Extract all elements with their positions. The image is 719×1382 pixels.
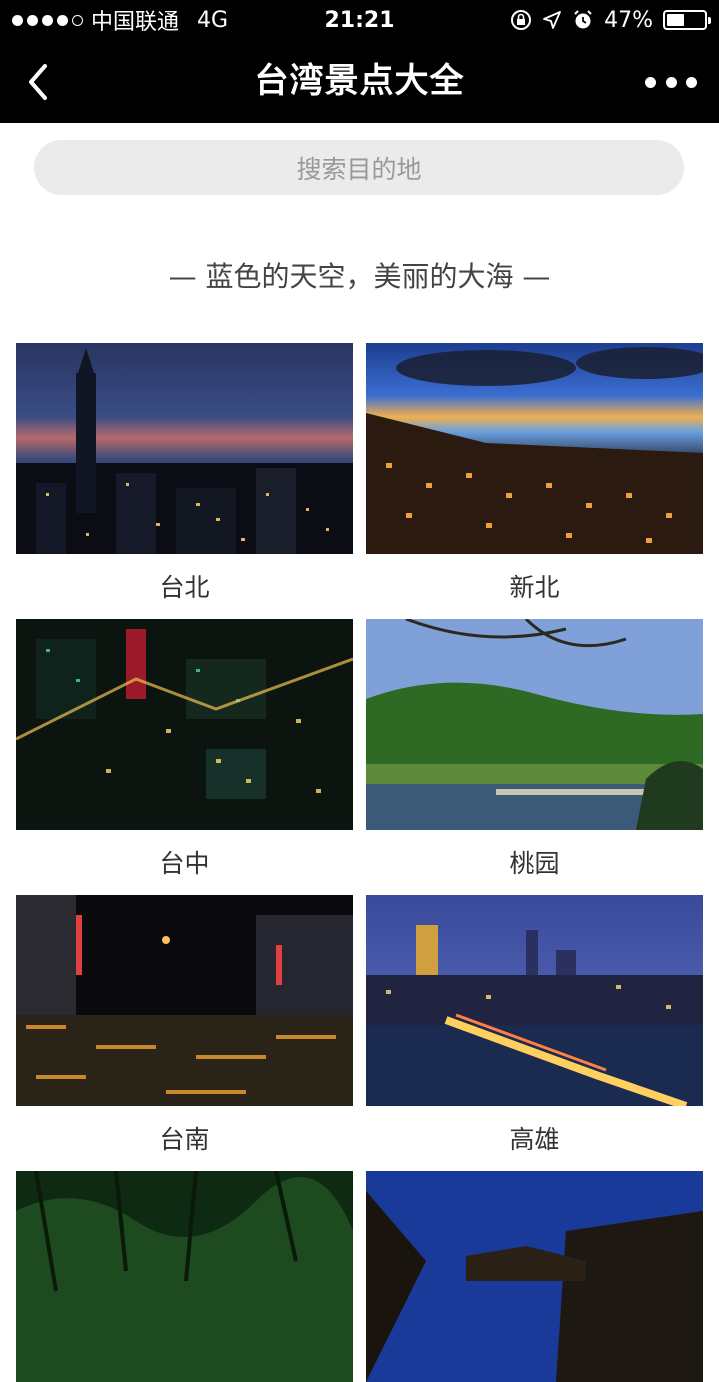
- destination-photo: [16, 895, 353, 1106]
- destination-card-tainan[interactable]: 台南: [16, 895, 353, 1154]
- destination-card-kaohsiung[interactable]: 高雄: [366, 895, 703, 1154]
- destination-card-taichung[interactable]: 台中: [16, 619, 353, 878]
- destination-card-7[interactable]: [16, 1171, 353, 1382]
- destination-label: 新北: [509, 573, 560, 602]
- destination-photo: [366, 619, 703, 830]
- destination-label: 桃园: [509, 849, 560, 878]
- page-title: 台湾景点大全: [254, 61, 465, 101]
- carrier-name: 中国联通: [91, 10, 180, 35]
- network-type: 4G: [197, 7, 229, 33]
- destination-label: 台南: [159, 1125, 210, 1154]
- nav-bar: 台湾景点大全: [0, 40, 719, 123]
- status-time: 21:21: [324, 7, 395, 33]
- destination-photo: [366, 1171, 703, 1382]
- slogan-text: — 蓝色的天空，美丽的大海 —: [168, 260, 551, 293]
- search-input[interactable]: 搜索目的地: [34, 140, 684, 195]
- more-dot-icon: [645, 76, 656, 88]
- destination-photo: [16, 343, 353, 554]
- destination-photo: [366, 343, 703, 554]
- battery-level-fill: [667, 14, 684, 26]
- destination-label: 台北: [159, 573, 210, 602]
- back-button[interactable]: [16, 60, 60, 104]
- location-arrow-icon: [543, 11, 561, 29]
- destination-photo: [16, 1171, 353, 1382]
- battery-percent: 47%: [604, 7, 653, 33]
- more-dot-icon: [665, 76, 677, 88]
- destination-card-new-taipei[interactable]: 新北: [366, 343, 703, 602]
- signal-strength-icon: [12, 14, 83, 26]
- destination-label: 高雄: [509, 1125, 560, 1154]
- rotation-lock-icon: [511, 10, 532, 30]
- more-dot-icon: [686, 76, 697, 88]
- destination-photo: [366, 895, 703, 1106]
- chevron-left-icon: [29, 64, 47, 100]
- destination-card-taipei[interactable]: 台北: [16, 343, 353, 602]
- destination-card-8[interactable]: [366, 1171, 703, 1382]
- destination-card-taoyuan[interactable]: 桃园: [366, 619, 703, 878]
- more-options-button[interactable]: [645, 64, 697, 100]
- destination-label: 台中: [159, 849, 210, 878]
- search-placeholder: 搜索目的地: [296, 154, 422, 184]
- battery-icon: [663, 10, 711, 30]
- status-bar: 中国联通 4G 21:21 47%: [0, 0, 719, 40]
- destination-photo: [16, 619, 353, 830]
- alarm-clock-icon: [574, 10, 592, 29]
